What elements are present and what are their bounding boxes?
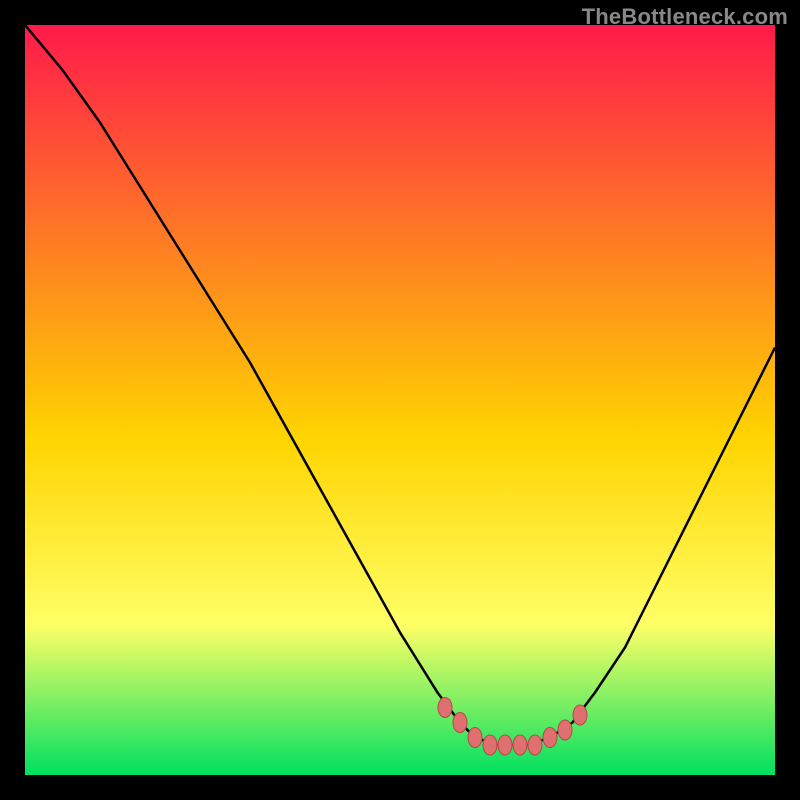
highlight-marker [468, 728, 482, 748]
plot-area [25, 25, 775, 775]
highlight-marker [438, 698, 452, 718]
highlight-marker [513, 735, 527, 755]
chart-stage: TheBottleneck.com [0, 0, 800, 800]
highlight-marker [483, 735, 497, 755]
watermark-text: TheBottleneck.com [582, 4, 788, 30]
highlight-marker [558, 720, 572, 740]
bottleneck-chart [25, 25, 775, 775]
highlight-marker [498, 735, 512, 755]
highlight-marker [528, 735, 542, 755]
highlight-marker [543, 728, 557, 748]
highlight-marker [453, 713, 467, 733]
highlight-marker [573, 705, 587, 725]
gradient-background [25, 25, 775, 775]
